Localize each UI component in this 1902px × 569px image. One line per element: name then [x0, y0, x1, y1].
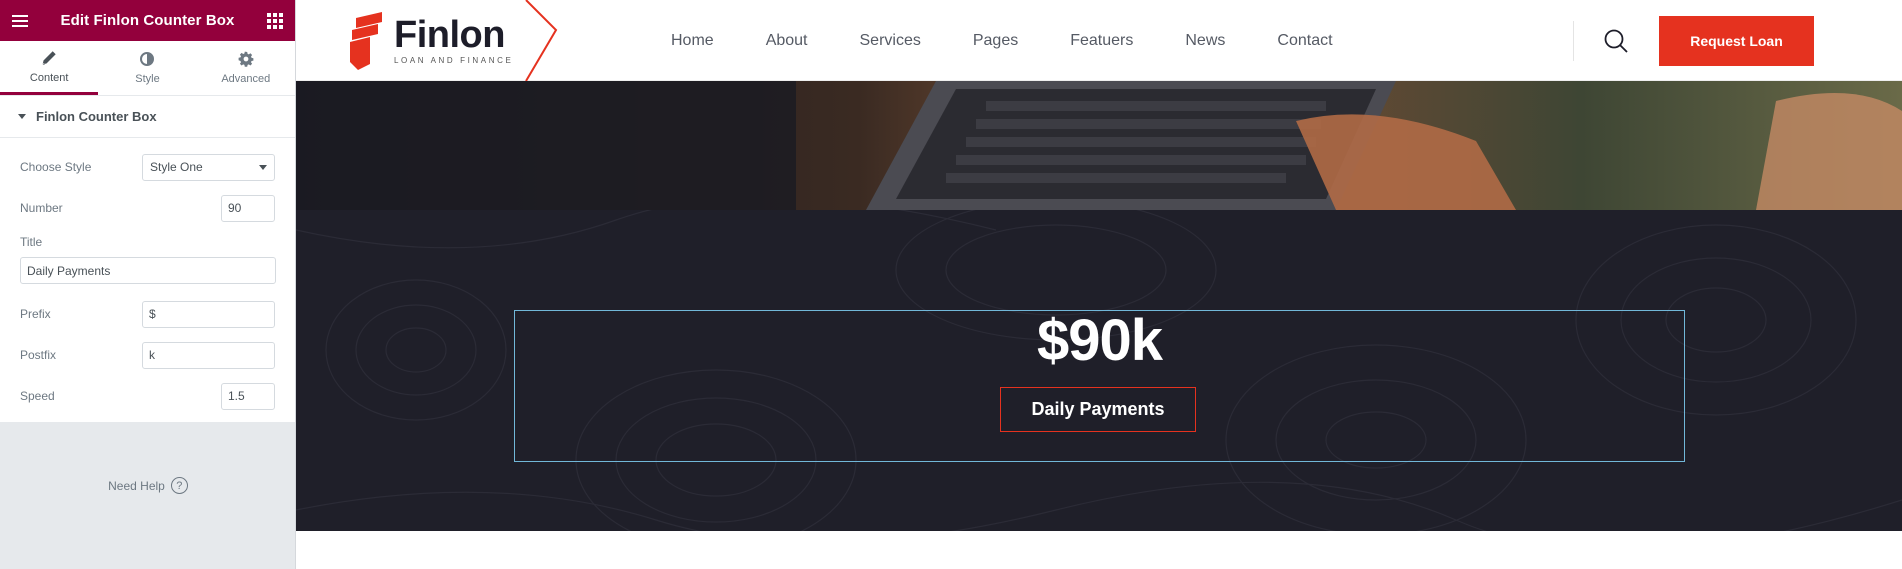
gear-icon	[238, 51, 254, 67]
widgets-grid-icon[interactable]	[255, 0, 295, 41]
editor-tabs: Content Style Advanced	[0, 41, 295, 96]
nav-news[interactable]: News	[1185, 32, 1225, 50]
main-nav: Home About Services Pages Featuers News …	[671, 0, 1333, 81]
speed-input[interactable]	[221, 382, 275, 410]
nav-divider	[1573, 21, 1574, 61]
caret-down-icon	[18, 114, 26, 119]
contrast-icon	[140, 52, 155, 66]
counter-title: Daily Payments	[1000, 387, 1196, 432]
dropdown-arrow-icon	[259, 164, 267, 170]
editor-header: Edit Finlon Counter Box	[0, 0, 295, 41]
counter-section: $90k Daily Payments	[296, 210, 1902, 531]
nav-featuers[interactable]: Featuers	[1070, 32, 1133, 50]
editor-title: Edit Finlon Counter Box	[60, 12, 235, 29]
need-help-link[interactable]: Need Help ?	[0, 477, 296, 494]
nav-services[interactable]: Services	[860, 32, 921, 50]
editor-controls-panel: Finlon Counter Box Choose Style Style On…	[0, 96, 295, 422]
editor-panel: Edit Finlon Counter Box Content Style Ad…	[0, 0, 296, 569]
nav-about[interactable]: About	[766, 32, 808, 50]
site-logo[interactable]: Finlon LOAN AND FINANCE	[348, 12, 513, 70]
nav-home[interactable]: Home	[671, 32, 714, 50]
tab-advanced-label: Advanced	[221, 73, 271, 85]
counter-number: $90k	[1036, 308, 1163, 373]
tab-advanced[interactable]: Advanced	[197, 41, 295, 95]
pencil-icon	[42, 50, 56, 65]
logo-mark-icon	[350, 12, 382, 70]
number-input[interactable]	[221, 194, 275, 222]
section-title: Finlon Counter Box	[36, 109, 157, 124]
counter-box[interactable]: $90k Daily Payments	[514, 308, 1685, 462]
tab-content[interactable]: Content	[0, 41, 99, 95]
section-toggle[interactable]: Finlon Counter Box	[0, 96, 295, 138]
prefix-input[interactable]	[142, 300, 275, 328]
nav-pages[interactable]: Pages	[973, 32, 1018, 50]
nav-contact[interactable]: Contact	[1277, 32, 1332, 50]
logo-tagline: LOAN AND FINANCE	[394, 56, 514, 65]
choose-style-label: Choose Style	[20, 160, 92, 174]
site-preview: Finlon LOAN AND FINANCE Home About Servi…	[296, 0, 1902, 569]
site-header: Finlon LOAN AND FINANCE Home About Servi…	[296, 0, 1902, 81]
logo-chevron-shape	[525, 0, 558, 81]
logo-name: Finlon	[394, 14, 505, 56]
menu-icon[interactable]	[0, 0, 40, 41]
number-label: Number	[20, 201, 63, 215]
postfix-input[interactable]	[142, 341, 275, 369]
tab-content-label: Content	[29, 71, 69, 84]
tab-style[interactable]: Style	[98, 41, 196, 95]
tab-style-label: Style	[135, 73, 160, 85]
title-input[interactable]	[20, 257, 276, 284]
need-help-label: Need Help	[108, 478, 165, 493]
prefix-label: Prefix	[20, 307, 51, 321]
laptop-image	[296, 81, 1902, 210]
title-label: Title	[20, 235, 43, 249]
search-icon[interactable]	[1603, 28, 1629, 54]
choose-style-value: Style One	[150, 160, 203, 174]
choose-style-select[interactable]: Style One	[142, 153, 275, 181]
request-loan-button[interactable]: Request Loan	[1659, 16, 1814, 66]
hero-laptop-photo	[296, 81, 1902, 210]
help-icon: ?	[170, 477, 188, 494]
speed-label: Speed	[20, 389, 55, 403]
postfix-label: Postfix	[20, 348, 57, 362]
